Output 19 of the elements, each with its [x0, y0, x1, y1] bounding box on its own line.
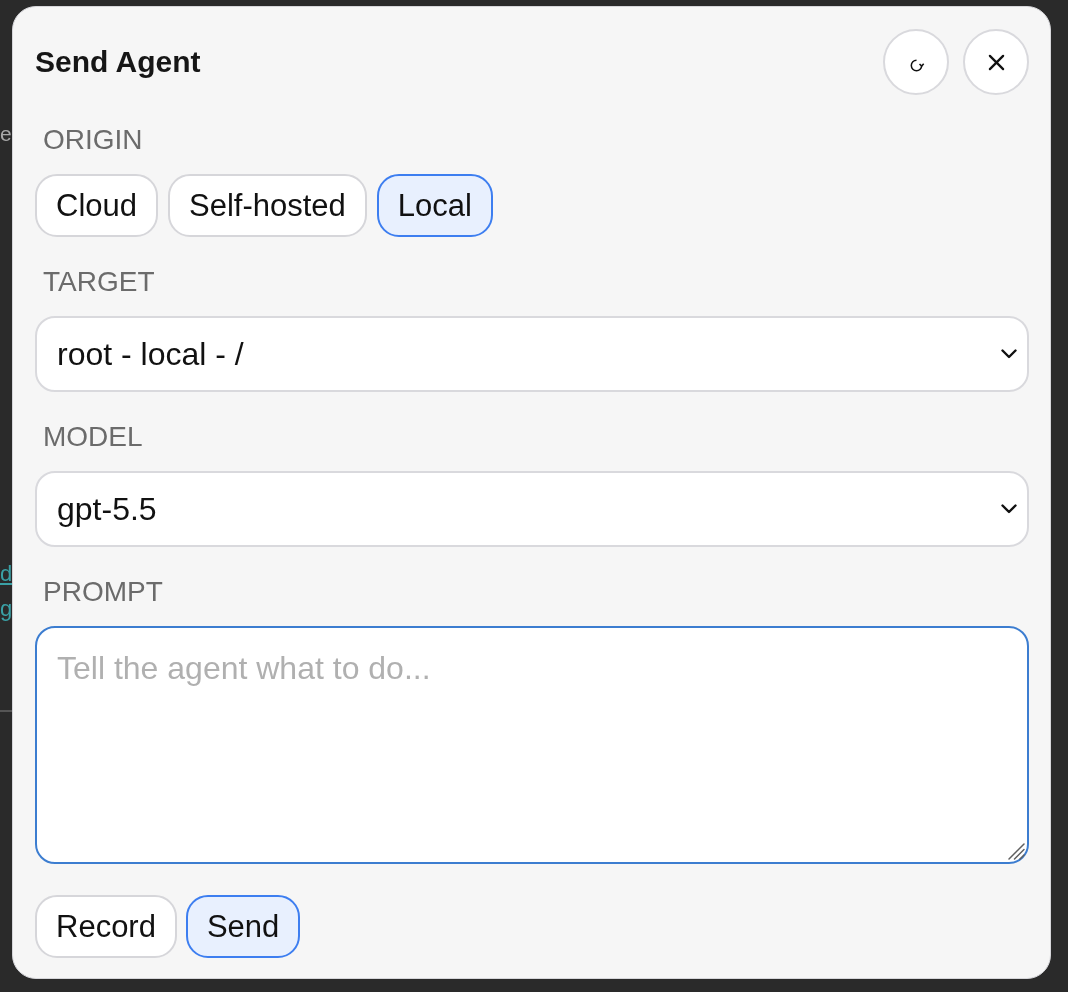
send-button[interactable]: Send: [185, 895, 301, 958]
origin-option[interactable]: Self-hosted: [168, 174, 367, 237]
field-label: PROMPT: [42, 577, 164, 607]
field-label: ORIGIN: [42, 125, 144, 155]
dropdown[interactable]: root - local - /: [35, 316, 1029, 392]
partial-text: e: [0, 122, 12, 146]
dialog-title: Send Agent: [35, 45, 201, 79]
action-button[interactable]: Record: [35, 895, 177, 958]
field-label: TARGET: [42, 267, 156, 297]
chevron-down-icon: [1001, 349, 1017, 359]
field-label: MODEL: [42, 422, 144, 452]
partial-link[interactable]: g: [0, 591, 13, 626]
chevron-down-icon: [1001, 504, 1017, 514]
origin-option[interactable]: Cloud: [35, 174, 158, 237]
origin-option[interactable]: Local: [376, 174, 493, 237]
close-icon: [987, 53, 1005, 71]
prompt-field[interactable]: Tell the agent what to do...: [35, 626, 1029, 864]
partial-link[interactable]: d: [0, 556, 13, 591]
dropdown[interactable]: gpt-5.5: [35, 471, 1029, 547]
